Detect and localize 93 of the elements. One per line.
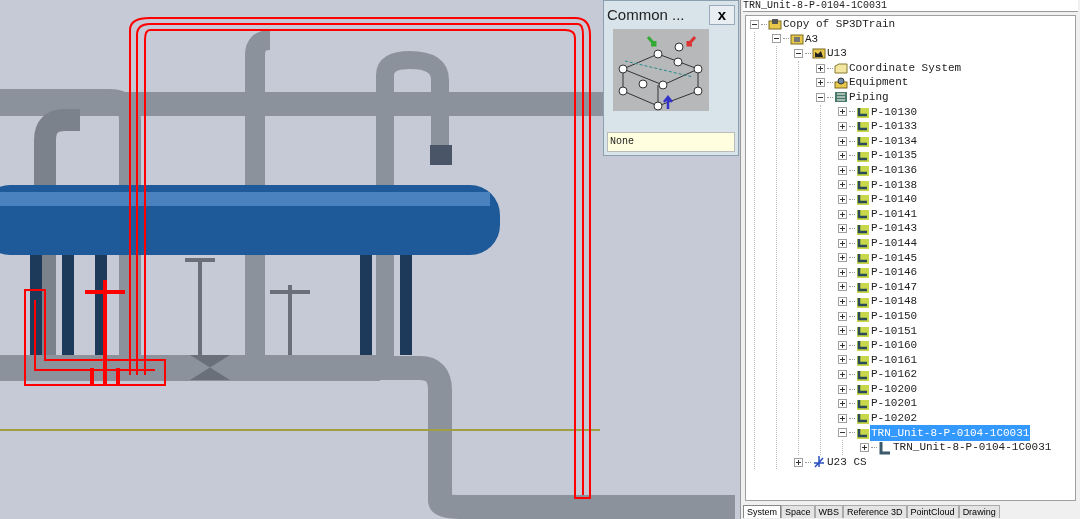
pipe-icon bbox=[856, 309, 870, 324]
unit-icon bbox=[812, 46, 826, 61]
tree-item[interactable]: P-10135 bbox=[870, 147, 919, 164]
tree-item[interactable]: Piping bbox=[848, 89, 890, 106]
tree-item[interactable]: P-10133 bbox=[870, 118, 919, 135]
expand-toggle[interactable] bbox=[838, 326, 847, 336]
tree-item[interactable]: P-10147 bbox=[870, 278, 919, 296]
pipe-icon bbox=[856, 265, 870, 280]
expand-toggle[interactable] bbox=[816, 63, 825, 73]
panel-title: Common ... bbox=[607, 5, 685, 25]
close-button[interactable]: x bbox=[708, 5, 735, 26]
tree-item[interactable]: P-10150 bbox=[870, 307, 919, 325]
equipment-icon bbox=[834, 75, 848, 90]
tree-item[interactable]: P-10138 bbox=[870, 176, 919, 194]
expand-toggle[interactable] bbox=[838, 224, 847, 234]
tree-item[interactable]: P-10141 bbox=[870, 205, 919, 223]
tree-item[interactable]: Coordinate System bbox=[848, 59, 963, 77]
tree-item[interactable]: P-10136 bbox=[870, 162, 919, 179]
folder-icon bbox=[834, 61, 848, 76]
collapse-toggle[interactable] bbox=[816, 92, 825, 102]
tab[interactable]: PointCloud bbox=[906, 505, 959, 518]
pipe-icon bbox=[856, 382, 870, 397]
axes-icon bbox=[812, 455, 826, 470]
expand-toggle[interactable] bbox=[838, 399, 847, 409]
tree-item[interactable]: P-10140 bbox=[870, 191, 919, 208]
tree-item[interactable]: P-10143 bbox=[870, 220, 919, 237]
expand-toggle[interactable] bbox=[838, 151, 847, 161]
status-field: None bbox=[607, 132, 735, 152]
tree-item[interactable]: P-10146 bbox=[870, 264, 919, 281]
tree-item[interactable]: TRN_Unit-8-P-0104-1C0031 bbox=[892, 439, 1053, 456]
expand-toggle[interactable] bbox=[860, 443, 869, 452]
tree-item[interactable]: P-10151 bbox=[870, 322, 919, 339]
collapse-toggle[interactable] bbox=[838, 428, 847, 438]
tree-item[interactable]: A3 bbox=[804, 30, 820, 48]
pipe-icon bbox=[856, 163, 870, 178]
expand-toggle[interactable] bbox=[794, 457, 803, 467]
collapse-toggle[interactable] bbox=[750, 19, 759, 29]
expand-toggle[interactable] bbox=[838, 384, 847, 394]
expand-toggle[interactable] bbox=[838, 238, 847, 248]
pipe-icon bbox=[856, 280, 870, 294]
folder-icon bbox=[768, 17, 782, 32]
piping-icon bbox=[834, 90, 848, 105]
tree-item[interactable]: U13 bbox=[826, 45, 848, 62]
tree-item[interactable]: U23 CS bbox=[826, 453, 868, 471]
pipe-icon bbox=[856, 134, 870, 149]
expand-toggle[interactable] bbox=[838, 311, 847, 321]
pipe-icon bbox=[856, 411, 870, 426]
pipe-icon bbox=[856, 207, 870, 221]
expand-toggle[interactable] bbox=[838, 355, 847, 365]
expand-toggle[interactable] bbox=[838, 209, 847, 219]
tree-item[interactable]: P-10200 bbox=[870, 380, 919, 398]
tab[interactable]: Drawing bbox=[958, 505, 1000, 518]
expand-toggle[interactable] bbox=[838, 165, 847, 175]
tab[interactable]: Space bbox=[781, 505, 815, 518]
expand-toggle[interactable] bbox=[838, 194, 847, 204]
expand-toggle[interactable] bbox=[838, 267, 847, 277]
pipe-icon bbox=[878, 440, 892, 455]
tree-item[interactable]: Equipment bbox=[848, 74, 910, 91]
tab[interactable]: WBS bbox=[814, 505, 844, 518]
expand-toggle[interactable] bbox=[838, 180, 847, 190]
tree-item[interactable]: P-10161 bbox=[870, 351, 919, 369]
tree-item[interactable]: P-10134 bbox=[870, 132, 919, 150]
tree-item[interactable]: P-10145 bbox=[870, 249, 919, 267]
pipe-icon bbox=[856, 338, 870, 353]
tree-item[interactable]: P-10148 bbox=[870, 293, 919, 310]
expand-toggle[interactable] bbox=[816, 78, 825, 88]
expand-toggle[interactable] bbox=[838, 297, 847, 307]
tree-item[interactable]: P-10160 bbox=[870, 337, 919, 354]
area-icon bbox=[790, 31, 804, 46]
collapse-toggle[interactable] bbox=[772, 34, 781, 44]
pipe-icon bbox=[856, 119, 870, 134]
tree-item[interactable]: P-10130 bbox=[870, 103, 919, 121]
expand-toggle[interactable] bbox=[838, 136, 847, 146]
flange bbox=[430, 145, 452, 165]
expand-toggle[interactable] bbox=[838, 253, 847, 263]
filter-dropdown[interactable]: TRN_Unit-8-P-0104-1C0031 bbox=[743, 0, 1078, 12]
pipe-icon bbox=[856, 236, 870, 251]
tree-item[interactable]: P-10144 bbox=[870, 234, 919, 252]
expand-toggle[interactable] bbox=[838, 370, 847, 380]
expand-toggle[interactable] bbox=[838, 413, 847, 423]
pipe-icon bbox=[856, 192, 870, 207]
tree-item[interactable]: Copy of SP3DTrain bbox=[782, 16, 897, 33]
tree-item[interactable]: P-10201 bbox=[870, 395, 919, 412]
valve bbox=[190, 355, 230, 380]
expand-toggle[interactable] bbox=[838, 107, 847, 117]
tree-item[interactable]: P-10162 bbox=[870, 366, 919, 383]
tab[interactable]: Reference 3D bbox=[843, 505, 907, 518]
expand-toggle[interactable] bbox=[838, 340, 847, 350]
expand-toggle[interactable] bbox=[838, 121, 847, 131]
tab[interactable]: System bbox=[743, 505, 781, 518]
collapse-toggle[interactable] bbox=[794, 49, 803, 58]
expand-toggle[interactable] bbox=[838, 282, 847, 292]
tree-item[interactable]: P-10202 bbox=[870, 410, 919, 427]
